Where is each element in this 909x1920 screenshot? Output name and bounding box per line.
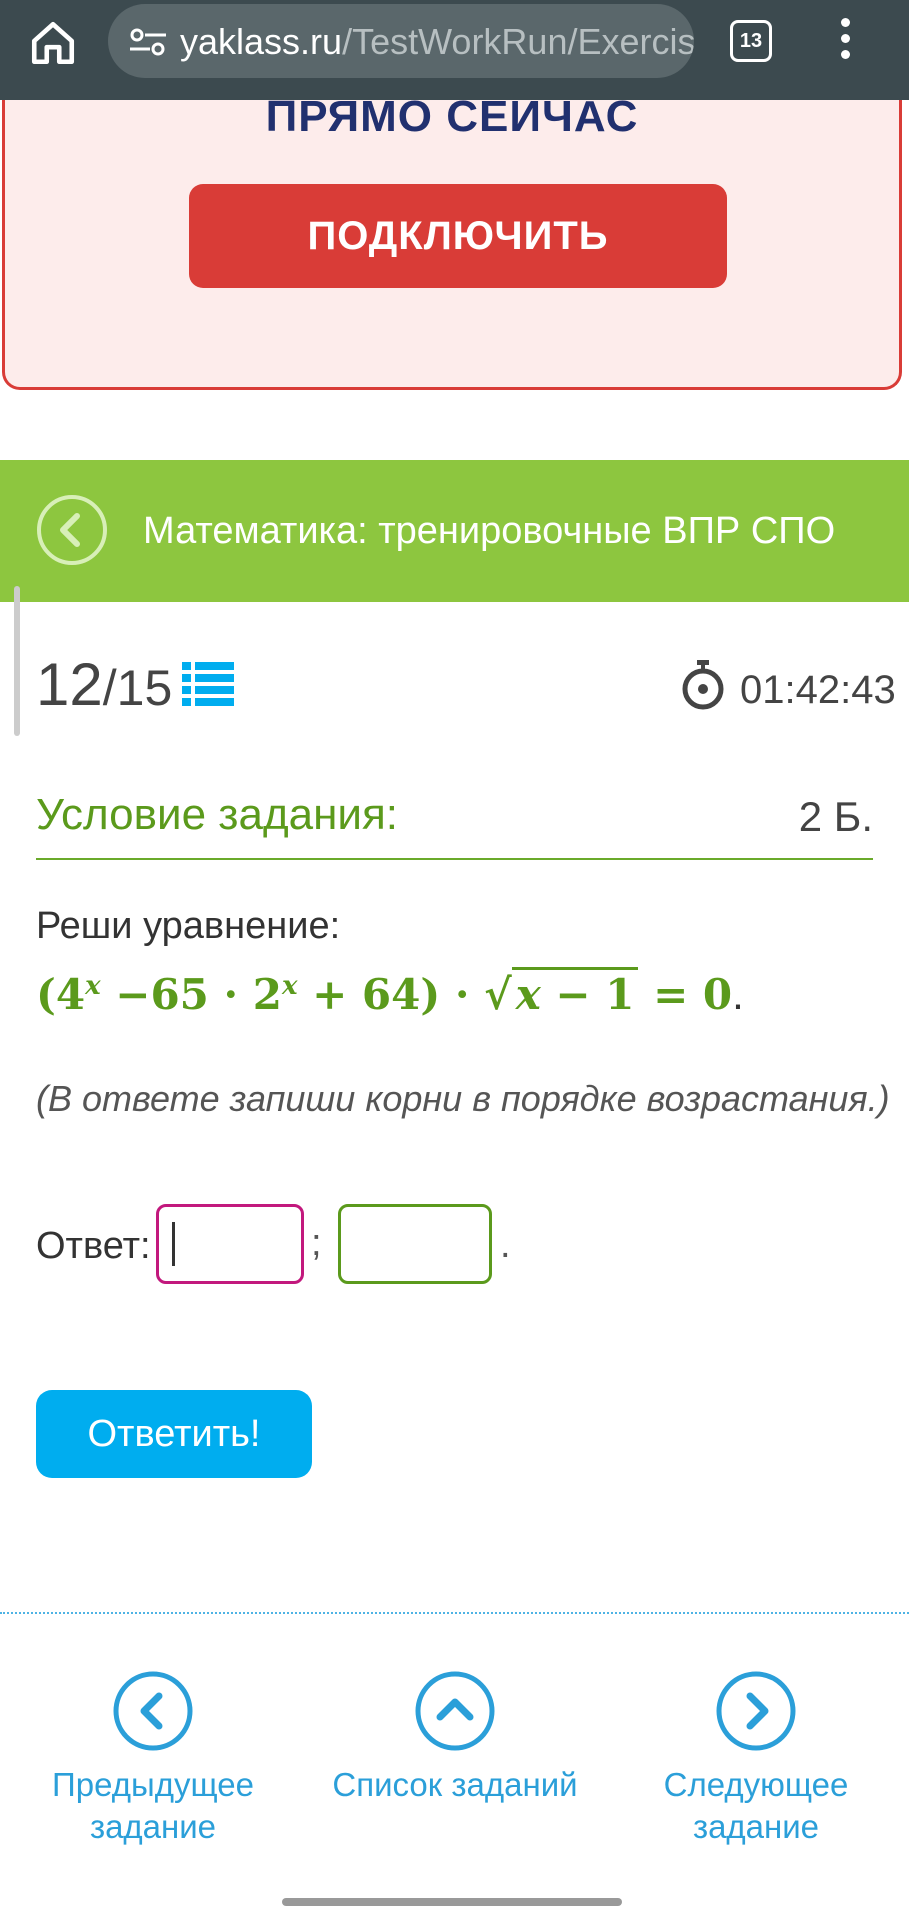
course-header: Математика: тренировочные ВПР СПО — [0, 460, 909, 602]
task-counter: 12/15 — [36, 650, 172, 723]
home-icon[interactable] — [28, 18, 78, 68]
task-intro: Реши уравнение: — [36, 905, 341, 947]
connect-button[interactable]: ПОДКЛЮЧИТЬ — [189, 184, 727, 288]
answer-label: Ответ: — [36, 1225, 151, 1267]
answer-separator: ; — [311, 1222, 322, 1264]
tune-icon[interactable] — [128, 26, 168, 58]
divider — [0, 1612, 909, 1614]
chevron-left-icon — [113, 1671, 193, 1751]
condition-title: Условие задания: — [36, 790, 399, 839]
url-text: yaklass.ru/TestWorkRun/Exercis — [180, 22, 694, 62]
total-task-number: /15 — [102, 660, 173, 716]
answer-hint: (В ответе запиши корни в порядке возраст… — [36, 1078, 890, 1119]
answer-end: . — [500, 1224, 511, 1266]
gesture-bar[interactable] — [282, 1898, 622, 1906]
submit-button[interactable]: Ответить! — [36, 1390, 312, 1478]
task-list-label: Список заданий — [332, 1766, 578, 1803]
answer-input-2[interactable] — [338, 1204, 492, 1284]
prev-task-label-1: Предыдущее — [52, 1766, 254, 1803]
address-bar[interactable]: yaklass.ru/TestWorkRun/Exercis — [108, 4, 694, 78]
next-task-label-2: задание — [692, 1808, 820, 1845]
chevron-up-icon — [415, 1671, 495, 1751]
next-task-label-1: Следующее — [663, 1766, 849, 1803]
timer-value: 01:42:43 — [740, 668, 896, 712]
scrollbar[interactable] — [14, 586, 20, 736]
course-title: Математика: тренировочные ВПР СПО — [143, 510, 836, 552]
tab-switcher-button[interactable]: 13 — [730, 20, 772, 62]
chevron-right-icon — [716, 1671, 796, 1751]
back-arrow-icon[interactable] — [36, 494, 108, 566]
points-value: 2 Б. — [798, 793, 873, 840]
task-list-button[interactable]: Список заданий — [325, 1670, 585, 1806]
prev-task-button[interactable]: Предыдущее задание — [23, 1670, 283, 1848]
url-path: /TestWorkRun/Exercis — [342, 21, 694, 62]
answer-input-1[interactable] — [156, 1204, 304, 1284]
equation: (4x −65 · 2x + 64) · √x − 1 = 0. — [36, 956, 744, 1025]
url-domain: yaklass.ru — [180, 21, 343, 62]
prev-task-label-2: задание — [89, 1808, 217, 1845]
divider — [36, 858, 873, 860]
current-task-number: 12 — [36, 651, 103, 718]
task-list-icon[interactable] — [182, 662, 234, 706]
browser-toolbar: yaklass.ru/TestWorkRun/Exercis 13 — [0, 0, 909, 100]
stopwatch-icon — [682, 660, 724, 710]
text-caret — [172, 1222, 175, 1266]
more-vert-icon[interactable] — [838, 18, 852, 62]
next-task-button[interactable]: Следующее задание — [626, 1670, 886, 1848]
